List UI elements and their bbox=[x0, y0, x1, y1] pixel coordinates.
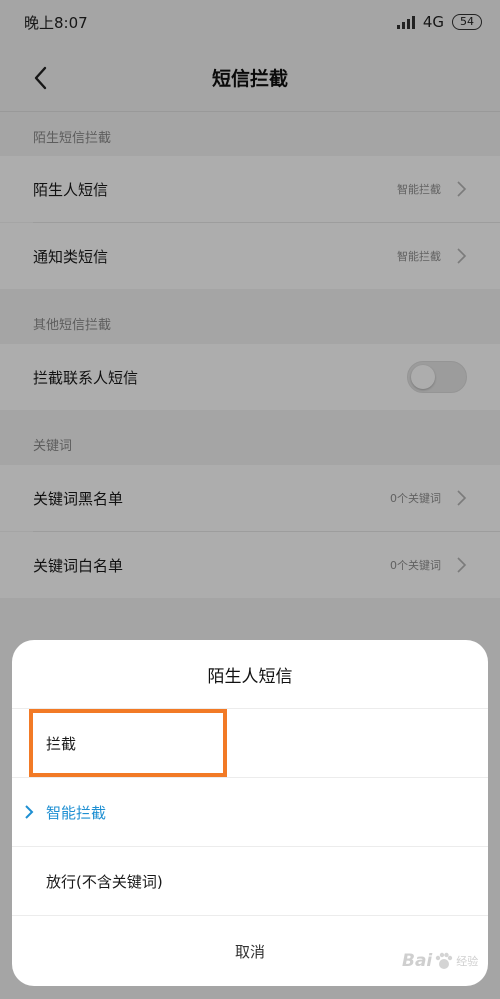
option-label: 放行(不含关键词) bbox=[46, 872, 163, 891]
option-allow[interactable]: 放行(不含关键词) bbox=[12, 847, 488, 916]
sheet-title: 陌生人短信 bbox=[12, 640, 488, 709]
option-label: 智能拦截 bbox=[46, 803, 107, 822]
paw-icon bbox=[436, 952, 453, 969]
watermark-subtext: 经验 bbox=[456, 955, 479, 968]
highlight-annotation bbox=[29, 709, 227, 777]
watermark-text: Bai bbox=[402, 951, 433, 971]
selected-chevron-icon bbox=[25, 805, 34, 819]
action-sheet: 陌生人短信 拦截 智能拦截 放行(不含关键词) 取消 bbox=[12, 640, 488, 986]
option-smart-block[interactable]: 智能拦截 bbox=[12, 778, 488, 847]
baidu-watermark-logo: Bai 经验 bbox=[402, 942, 494, 980]
